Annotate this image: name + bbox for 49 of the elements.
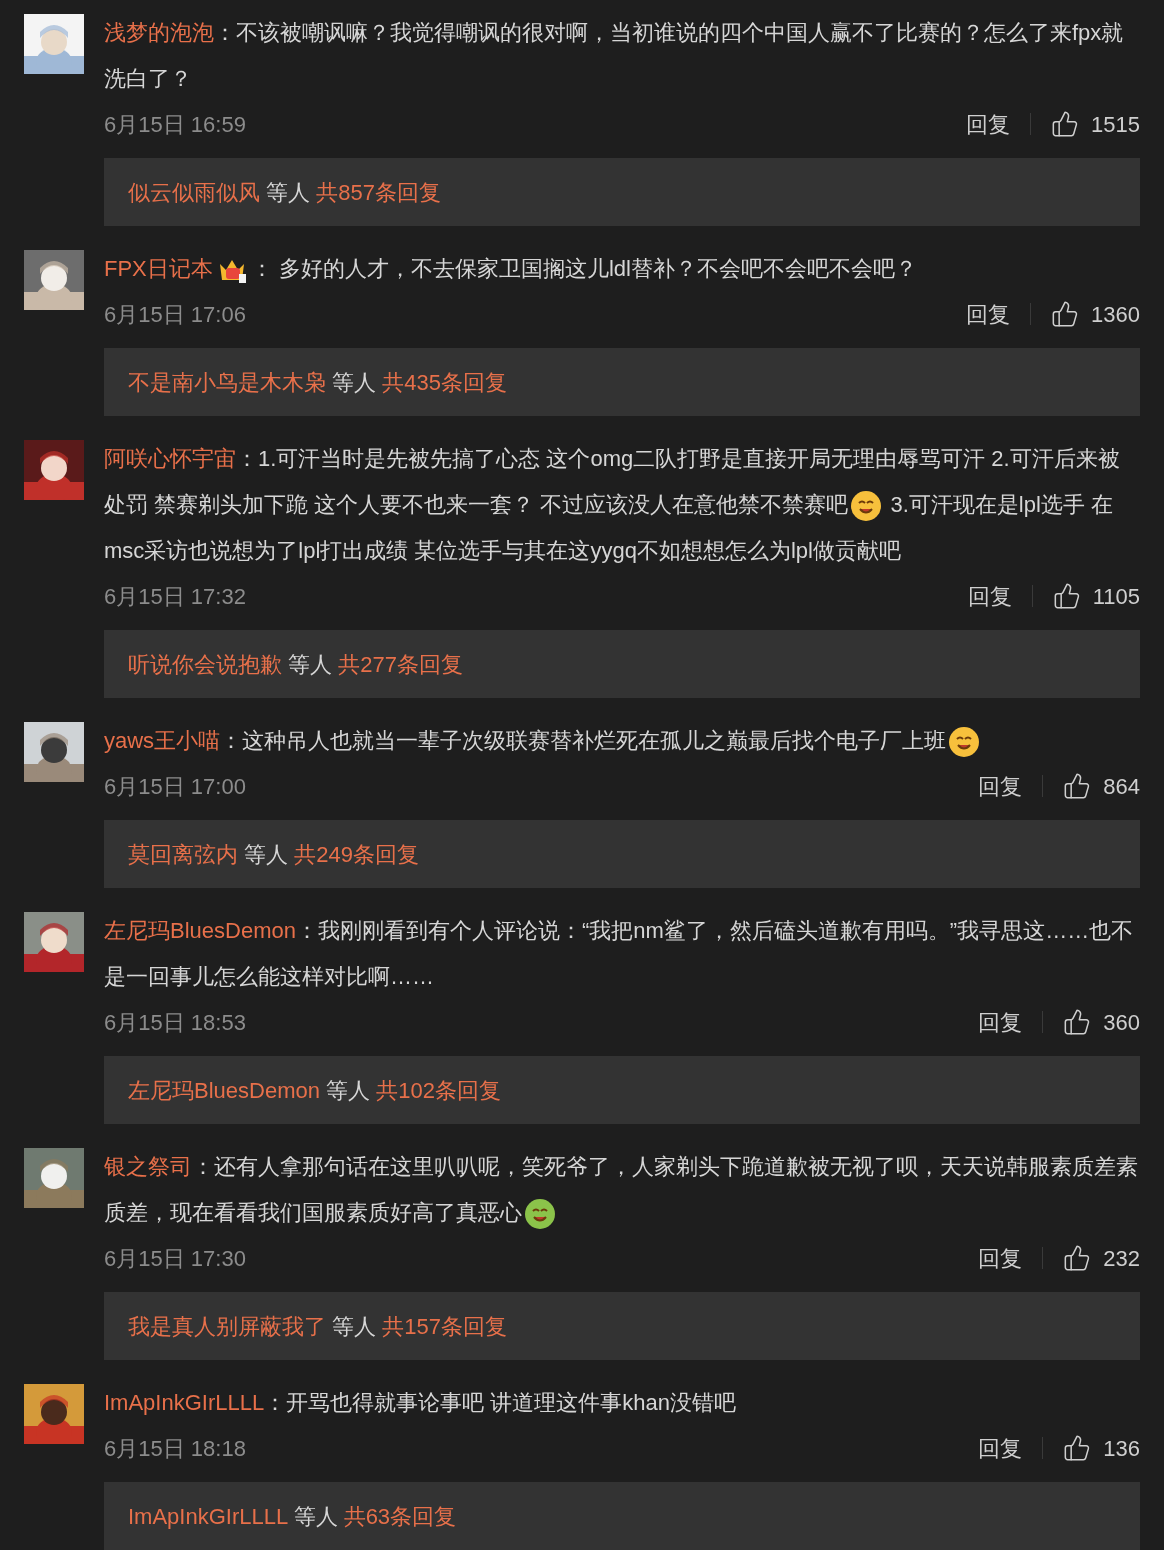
view-replies-button[interactable]: ImApInkGIrLLLL 等人 共63条回复 — [104, 1482, 1140, 1550]
like-button[interactable]: 1360 — [1051, 297, 1140, 331]
username-link[interactable]: ImApInkGIrLLLL — [104, 1390, 265, 1415]
like-button[interactable]: 864 — [1063, 769, 1140, 803]
thumbs-up-icon — [1063, 1434, 1092, 1462]
thumbs-up-icon — [1063, 772, 1092, 800]
view-replies-button[interactable]: 我是真人别屏蔽我了 等人 共157条回复 — [104, 1292, 1140, 1360]
like-button[interactable]: 1515 — [1051, 107, 1140, 141]
comment-text: yaws王小喵：这种吊人也就当一辈子次级联赛替补烂死在孤儿之巅最后找个电子厂上班 — [104, 718, 1140, 764]
timestamp: 6月15日 18:18 — [104, 1434, 247, 1463]
reply-button[interactable]: 回复 — [967, 579, 1012, 613]
view-replies-button[interactable]: 左尼玛BluesDemon 等人 共102条回复 — [104, 1056, 1140, 1124]
reply-button[interactable]: 回复 — [978, 1431, 1023, 1465]
reply-button[interactable]: 回复 — [966, 107, 1011, 141]
username-link[interactable]: 阿咲心怀宇宙 — [104, 446, 236, 471]
like-button[interactable]: 1105 — [1052, 579, 1140, 613]
thumbs-up-icon — [1051, 110, 1080, 138]
timestamp: 6月15日 17:00 — [104, 772, 247, 801]
like-button[interactable]: 232 — [1063, 1241, 1140, 1275]
comment-text: 浅梦的泡泡：不该被嘲讽嘛？我觉得嘲讽的很对啊，当初谁说的四个中国人赢不了比赛的？怎么了来fpx就洗白了？ — [104, 19, 1125, 93]
username-link[interactable]: 左尼玛BluesDemon — [104, 918, 296, 943]
timestamp: 6月15日 18:53 — [104, 1008, 247, 1037]
like-button[interactable]: 360 — [1063, 1005, 1140, 1039]
comment-text: 银之祭司：还有人拿那句话在这里叭叭呢，笑死爷了，人家剃头下跪道歉被无视了呗，天天说韩服素质差素质差，现在看看我们国服素质好高了真恶心 — [104, 1144, 1140, 1236]
like-button[interactable]: 136 — [1063, 1431, 1140, 1465]
thumbs-up-icon — [1063, 1008, 1092, 1036]
thumbs-up-icon — [1052, 582, 1081, 610]
reply-button[interactable]: 回复 — [978, 1005, 1023, 1039]
comment-text: FPX日记本 ： 多好的人才，不去保家卫国搁这儿ldl替补？不会吧不会吧不会吧？ — [104, 246, 1140, 292]
timestamp: 6月15日 17:30 — [104, 1244, 247, 1273]
comment-text: 阿咲心怀宇宙：1.可汗当时是先被先搞了心态 这个omg二队打野是直接开局无理由辱骂可汗 2.可汗后来被处罚 禁赛剃头加下跪 这个人要不也来一套？ 不过应该没人在意他禁不禁赛吧 3.可汗现在是lpl选手 在msc采访也说想为了lpl打出成绩 某位选手与其在这yygq不如想想怎么为lpl做贡献吧 — [104, 445, 1121, 565]
reply-button[interactable]: 回复 — [966, 297, 1011, 331]
timestamp: 6月15日 17:06 — [104, 300, 247, 329]
thumbs-up-icon — [1051, 300, 1080, 328]
timestamp: 6月15日 17:32 — [104, 582, 247, 611]
comment-text: ImApInkGIrLLLL：开骂也得就事论事吧 讲道理这件事khan没错吧 — [104, 1389, 737, 1417]
view-replies-button[interactable]: 莫回离弦内 等人 共249条回复 — [104, 820, 1140, 888]
timestamp: 6月15日 16:59 — [104, 110, 247, 139]
reply-button[interactable]: 回复 — [978, 769, 1023, 803]
username-link[interactable]: FPX日记本 — [104, 256, 213, 281]
thumbs-up-icon — [1063, 1244, 1092, 1272]
view-replies-button[interactable]: 似云似雨似风 等人 共857条回复 — [104, 158, 1140, 226]
username-link[interactable]: 银之祭司 — [104, 1154, 192, 1179]
view-replies-button[interactable]: 听说你会说抱歉 等人 共277条回复 — [104, 630, 1140, 698]
username-link[interactable]: yaws王小喵 — [104, 728, 221, 753]
reply-button[interactable]: 回复 — [978, 1241, 1023, 1275]
username-link[interactable]: 浅梦的泡泡 — [104, 20, 214, 45]
view-replies-button[interactable]: 不是南小鸟是木木枭 等人 共435条回复 — [104, 348, 1140, 416]
comment-text: 左尼玛BluesDemon：我刚刚看到有个人评论说：“我把nm鲨了，然后磕头道歉有用吗。”我寻思这……也不是一回事儿怎么能这样对比啊…… — [104, 917, 1135, 991]
